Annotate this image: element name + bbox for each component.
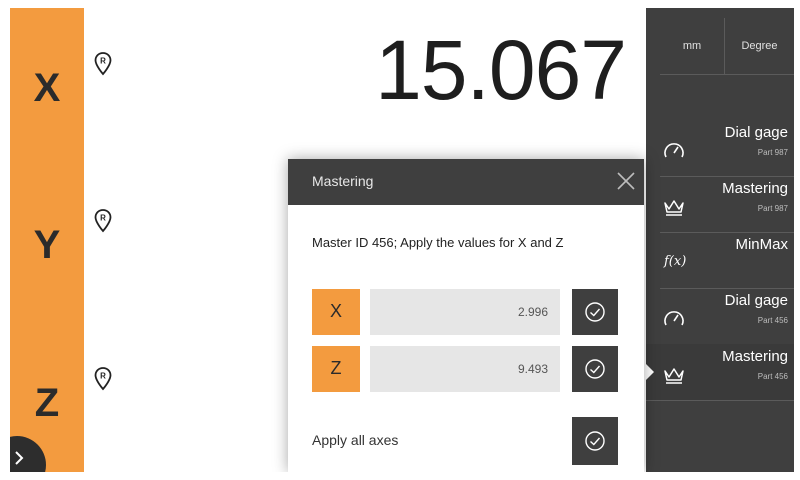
function-subtitle: Part 456 <box>757 372 788 381</box>
function-dial-gage-456[interactable]: Dial gage Part 456 <box>660 288 794 345</box>
check-circle-icon <box>585 359 605 379</box>
apply-all-row: Apply all axes <box>312 417 618 465</box>
apply-all-button[interactable] <box>572 417 618 465</box>
active-indicator <box>646 364 654 380</box>
dro-screen: X R 15.067 Y R Z R mm Degree Dial gage P… <box>10 8 794 472</box>
check-circle-icon <box>585 431 605 451</box>
axis-z-letter: Z <box>34 381 60 425</box>
function-subtitle: Part 987 <box>757 148 788 157</box>
function-title: Dial gage <box>724 292 788 309</box>
apply-z-button[interactable] <box>572 346 618 392</box>
function-title: MinMax <box>735 236 788 253</box>
reference-pin-icon: R <box>94 209 112 233</box>
chevron-right-icon <box>15 451 24 465</box>
axis-x-tab[interactable]: X <box>10 8 84 167</box>
master-axis-tab: X <box>312 289 360 335</box>
master-row-x: X 2.996 <box>312 289 618 335</box>
master-value: 2.996 <box>517 305 548 319</box>
master-axis-letter: X <box>329 301 342 321</box>
close-icon[interactable] <box>612 167 640 195</box>
axis-x-value[interactable]: 15.067 <box>375 28 627 112</box>
function-minmax[interactable]: f(x) MinMax <box>660 232 794 289</box>
axis-x-letter: X <box>33 66 61 110</box>
check-circle-icon <box>585 302 605 322</box>
unit-mm-button[interactable]: mm <box>660 18 725 74</box>
function-mastering-987[interactable]: Mastering Part 987 <box>660 176 794 233</box>
function-mastering-456[interactable]: Mastering Part 456 <box>646 344 794 401</box>
svg-text:R: R <box>100 214 106 223</box>
function-title: Mastering <box>722 180 788 197</box>
crown-icon <box>664 200 684 216</box>
mastering-dialog: Mastering Master ID 456; Apply the value… <box>288 159 644 472</box>
reference-pin-icon: R <box>94 52 112 76</box>
function-dial-gage-987[interactable]: Dial gage Part 987 <box>660 120 794 177</box>
axis-row-x: X R 15.067 <box>10 8 646 167</box>
reference-pin-icon: R <box>94 367 112 391</box>
axis-y-tab[interactable]: Y <box>10 167 84 325</box>
function-subtitle: Part 456 <box>757 316 788 325</box>
master-value: 9.493 <box>517 362 548 376</box>
master-axis-letter: Z <box>330 358 342 378</box>
fx-icon: f(x) <box>664 254 687 269</box>
unit-degree-button[interactable]: Degree <box>725 18 794 74</box>
apply-all-label: Apply all axes <box>312 432 399 448</box>
master-axis-tab: Z <box>312 346 360 392</box>
svg-text:R: R <box>100 57 106 66</box>
unit-selector: mm Degree <box>660 18 794 75</box>
apply-x-button[interactable] <box>572 289 618 335</box>
function-title: Mastering <box>722 348 788 365</box>
master-row-z: Z 9.493 <box>312 346 618 392</box>
crown-icon <box>664 368 684 384</box>
function-subtitle: Part 987 <box>757 204 788 213</box>
master-value-field[interactable]: 9.493 <box>370 346 560 392</box>
dial-gauge-icon <box>664 143 684 158</box>
dial-gauge-icon <box>664 311 684 326</box>
dialog-header: Mastering <box>288 159 644 205</box>
function-title: Dial gage <box>724 124 788 141</box>
dialog-message: Master ID 456; Apply the values for X an… <box>312 235 564 250</box>
master-value-field[interactable]: 2.996 <box>370 289 560 335</box>
function-panel: mm Degree Dial gage Part 987 Mastering P… <box>646 8 794 472</box>
axis-y-letter: Y <box>33 223 61 267</box>
svg-text:R: R <box>100 372 106 381</box>
dialog-title: Mastering <box>312 173 374 189</box>
